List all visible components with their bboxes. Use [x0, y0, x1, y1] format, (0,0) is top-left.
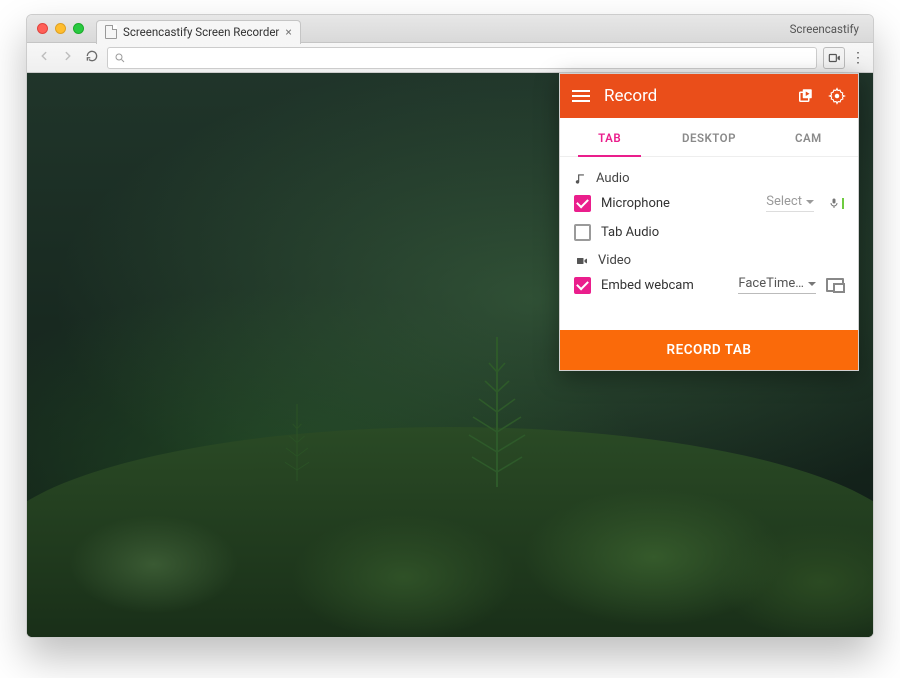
video-section-head: Video	[574, 253, 844, 268]
window-controls	[37, 23, 84, 34]
settings-icon[interactable]	[828, 87, 846, 105]
brand-label: Screencastify	[790, 22, 859, 36]
microphone-row: Microphone Select	[574, 194, 844, 212]
tab-cam[interactable]: CAM	[759, 118, 858, 156]
tab-desktop[interactable]: DESKTOP	[659, 118, 758, 156]
embed-webcam-label: Embed webcam	[601, 278, 694, 293]
embed-webcam-checkbox[interactable]	[574, 277, 591, 294]
tab-audio-checkbox[interactable]	[574, 224, 591, 241]
tab-bar: Screencastify Screen Recorder × Screenca…	[27, 15, 873, 43]
hamburger-icon[interactable]	[572, 87, 590, 105]
minimize-window-icon[interactable]	[55, 23, 66, 34]
microphone-label: Microphone	[601, 196, 670, 211]
close-window-icon[interactable]	[37, 23, 48, 34]
search-icon	[114, 52, 126, 64]
page-icon	[105, 25, 117, 39]
maximize-window-icon[interactable]	[73, 23, 84, 34]
popup-title: Record	[604, 86, 782, 106]
microphone-select[interactable]: Select	[766, 194, 814, 212]
microphone-level-icon	[828, 196, 844, 210]
chrome-menu-icon[interactable]: ⋮	[851, 50, 865, 66]
record-button-label: RECORD TAB	[667, 342, 752, 358]
reload-button[interactable]	[83, 49, 101, 67]
popup-mode-tabs: TAB DESKTOP CAM	[560, 118, 858, 157]
embed-webcam-row: Embed webcam FaceTime…	[574, 276, 844, 294]
record-button[interactable]: RECORD TAB	[560, 330, 858, 370]
video-icon	[574, 255, 590, 267]
tab-audio-label: Tab Audio	[601, 225, 659, 240]
plant-decor-small	[264, 393, 330, 481]
plant-decor	[437, 327, 557, 487]
forward-button[interactable]	[59, 49, 77, 67]
popup-body: Audio Microphone Select Tab Audio	[560, 157, 858, 330]
tab-tab[interactable]: TAB	[560, 118, 659, 156]
microphone-select-value: Select	[766, 194, 802, 209]
browser-tab[interactable]: Screencastify Screen Recorder ×	[96, 20, 301, 44]
recordings-icon[interactable]	[796, 87, 814, 105]
tab-audio-row: Tab Audio	[574, 224, 844, 241]
audio-label: Audio	[596, 171, 629, 186]
chevron-down-icon	[808, 282, 816, 286]
webcam-select[interactable]: FaceTime…	[738, 276, 816, 294]
webcam-select-value: FaceTime…	[738, 276, 804, 291]
screencastify-extension-icon[interactable]	[823, 47, 845, 69]
chevron-down-icon	[806, 200, 814, 204]
popup-header: Record	[560, 74, 858, 118]
toolbar: ⋮	[27, 43, 873, 73]
close-tab-icon[interactable]: ×	[285, 25, 291, 39]
video-label: Video	[598, 253, 631, 268]
audio-section-head: Audio	[574, 171, 844, 186]
address-bar[interactable]	[107, 47, 817, 69]
screencastify-popup: Record TAB DESKTOP CAM Audio Microphone	[559, 73, 859, 371]
back-button[interactable]	[35, 49, 53, 67]
tab-title: Screencastify Screen Recorder	[123, 25, 279, 39]
browser-window: Screencastify Screen Recorder × Screenca…	[26, 14, 874, 638]
microphone-checkbox[interactable]	[574, 195, 591, 212]
pip-position-icon[interactable]	[826, 278, 844, 292]
music-note-icon	[574, 172, 588, 186]
